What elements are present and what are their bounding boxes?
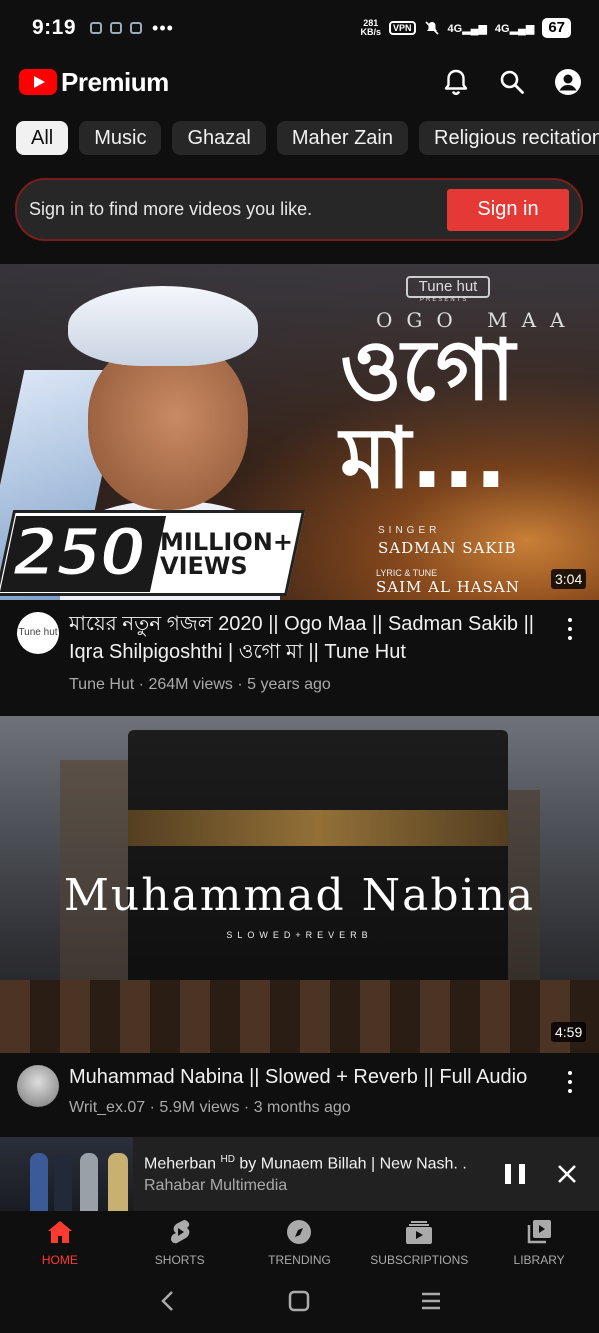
thumbnail-turban (68, 286, 258, 366)
nav-label: HOME (41, 1253, 78, 1267)
mute-icon (424, 21, 439, 35)
library-icon (525, 1218, 553, 1246)
video-subtitle: Tune Hut · 264M views · 5 years ago (69, 676, 331, 694)
trending-icon (285, 1218, 313, 1246)
signal-icon: 4G▂▄▆ (494, 22, 535, 35)
view-count: 264M views (148, 676, 233, 693)
mini-player-channel: Rahabar Multimedia (144, 1177, 288, 1194)
status-bar: 9:19 ••• 281 KB/s VPN 4G▂▄▆ 4G▂▄▆ 67 (0, 0, 599, 56)
notification-icon (130, 22, 143, 34)
views-text: MILLION+ VIEWS (160, 530, 293, 578)
battery-icon: 67 (542, 18, 571, 38)
channel-name[interactable]: Writ_ex.07 (69, 1099, 145, 1116)
views-text-2: VIEWS (160, 552, 248, 580)
more-options-icon[interactable] (567, 1071, 573, 1093)
nav-trending[interactable]: TRENDING (240, 1211, 360, 1273)
views-number: 250 (11, 513, 148, 593)
signin-button[interactable]: Sign in (447, 188, 569, 231)
view-count: 5.9M views (159, 1099, 240, 1116)
home-button-icon[interactable] (288, 1290, 310, 1317)
chip-music[interactable]: Music (79, 121, 162, 155)
nav-label: TRENDING (268, 1253, 331, 1267)
thumbnail-kiswa-band (128, 810, 508, 846)
chip-all[interactable]: All (16, 121, 69, 155)
nav-label: SUBSCRIPTIONS (370, 1253, 469, 1267)
chip-maher-zain[interactable]: Maher Zain (276, 121, 408, 155)
signin-banner: Sign in to find more videos you like. Si… (15, 178, 583, 241)
system-navigation (0, 1273, 599, 1333)
nav-home[interactable]: HOME (0, 1211, 120, 1273)
mini-title-post: by Munaem Billah | New Nash. . (234, 1155, 467, 1173)
youtube-play-icon (19, 69, 57, 95)
youtube-premium-logo[interactable]: Premium (19, 67, 169, 98)
video-subtitle: Writ_ex.07 · 5.9M views · 3 months ago (69, 1099, 351, 1117)
home-icon (46, 1218, 74, 1246)
vpn-icon: VPN (388, 21, 416, 35)
subscriptions-icon (405, 1218, 433, 1246)
bottom-navigation: HOME SHORTS TRENDING SUBSCRIPTIONS LIBRA… (0, 1211, 599, 1273)
nav-shorts[interactable]: SHORTS (120, 1211, 240, 1273)
nav-library[interactable]: LIBRARY (479, 1211, 599, 1273)
channel-avatar[interactable]: Tune hut (17, 612, 59, 654)
separator: · (138, 676, 144, 693)
signin-prompt: Sign in to find more videos you like. (29, 199, 313, 219)
chip-religious-recitation[interactable]: Religious recitation (419, 121, 599, 155)
notification-icons (90, 22, 143, 34)
video-title[interactable]: মায়ের নতুন গজল 2020 || Ogo Maa || Sadma… (69, 610, 539, 666)
filter-chips: All Music Ghazal Maher Zain Religious re… (16, 121, 599, 155)
upload-age: 3 months ago (253, 1099, 351, 1116)
video-duration: 4:59 (551, 1022, 587, 1042)
thumbnail-title-bn: ওগো মা... (340, 321, 515, 507)
mini-player-title: Meherban HD by Munaem Billah | New Nash.… (144, 1154, 484, 1173)
thumbnail-title: Muhammad Nabina (63, 870, 536, 921)
chip-ghazal[interactable]: Ghazal (172, 121, 266, 155)
lyric-label: LYRIC & TUNE (376, 568, 438, 578)
logo-text: Premium (61, 66, 169, 97)
pause-icon[interactable] (505, 1164, 525, 1184)
status-time: 9:19 (32, 16, 77, 39)
signal-label: 4G (447, 22, 463, 35)
notification-icon (90, 22, 103, 34)
singer-label: SINGER (378, 525, 441, 536)
thumbnail-presents: PRESENTS (420, 297, 469, 303)
more-notifications-icon: ••• (152, 17, 174, 38)
mini-title-pre: Meherban (144, 1155, 221, 1173)
separator: · (243, 1099, 250, 1116)
more-options-icon[interactable] (567, 618, 573, 640)
separator: · (237, 676, 243, 693)
signal-icon: 4G▂▄▆ (447, 22, 487, 35)
app-header: Premium (0, 56, 599, 108)
status-right: 281 KB/s VPN 4G▂▄▆ 4G▂▄▆ 67 (360, 18, 571, 38)
nav-label: SHORTS (154, 1253, 205, 1267)
network-speed-unit: KB/s (360, 27, 381, 37)
channel-name[interactable]: Tune Hut (69, 676, 134, 693)
network-speed: 281 KB/s (360, 19, 381, 37)
notification-icon (110, 22, 123, 34)
singer-name: SADMAN SAKIB (378, 539, 517, 557)
mini-player-thumbnail[interactable] (0, 1137, 133, 1211)
signal-label: 4G (494, 22, 510, 35)
notifications-bell-icon[interactable] (441, 67, 471, 97)
search-icon[interactable] (497, 67, 527, 97)
upload-age: 5 years ago (247, 676, 331, 693)
thumbnail-arches (0, 980, 599, 1053)
video-duration: 3:04 (551, 569, 587, 589)
mini-player[interactable]: Meherban HD by Munaem Billah | New Nash.… (0, 1137, 599, 1211)
account-icon[interactable] (553, 67, 583, 97)
channel-avatar[interactable] (17, 1065, 59, 1107)
tunehut-logo: Tune hut (406, 276, 490, 298)
nav-subscriptions[interactable]: SUBSCRIPTIONS (359, 1211, 479, 1273)
video-title[interactable]: Muhammad Nabina || Slowed + Reverb || Fu… (69, 1063, 539, 1091)
nav-label: LIBRARY (513, 1253, 565, 1267)
mini-title-hd: HD (220, 1154, 235, 1165)
thumbnail-subtitle: SLOWED+REVERB (226, 930, 373, 940)
separator: · (149, 1099, 155, 1116)
lyric-name: SAIM AL HASAN (376, 578, 520, 596)
close-icon[interactable] (555, 1162, 579, 1186)
back-icon[interactable] (158, 1289, 178, 1318)
recents-icon[interactable] (420, 1290, 442, 1317)
avatar-text: Tune hut (18, 627, 58, 638)
shorts-icon (166, 1218, 194, 1246)
